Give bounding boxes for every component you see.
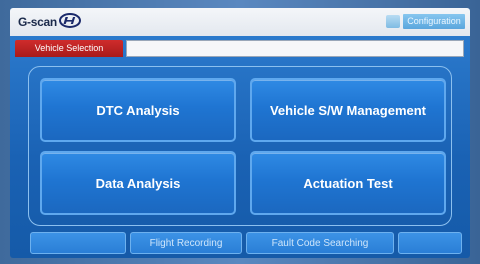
data-analysis-button[interactable]: Data Analysis	[40, 151, 236, 215]
flight-recording-button[interactable]: Flight Recording	[130, 232, 242, 254]
bottom-button-1[interactable]	[30, 232, 126, 254]
app-logo-text: G-scan	[18, 15, 57, 29]
configuration-button[interactable]: Configuration	[403, 14, 465, 29]
fault-code-searching-button[interactable]: Fault Code Searching	[246, 232, 394, 254]
dtc-analysis-button[interactable]: DTC Analysis	[40, 78, 236, 142]
bottom-button-4[interactable]	[398, 232, 462, 254]
hyundai-logo-icon	[59, 13, 81, 28]
scanner-screen: G-scan Configuration Vehicle Selection D…	[10, 8, 470, 258]
actuation-test-button[interactable]: Actuation Test	[250, 151, 446, 215]
vehicle-selection-tab[interactable]: Vehicle Selection	[15, 40, 123, 57]
vehicle-selection-field[interactable]	[126, 40, 464, 57]
top-bar: G-scan Configuration	[10, 8, 470, 36]
vehicle-sw-management-button[interactable]: Vehicle S/W Management	[250, 78, 446, 142]
configuration-icon[interactable]	[386, 15, 400, 28]
